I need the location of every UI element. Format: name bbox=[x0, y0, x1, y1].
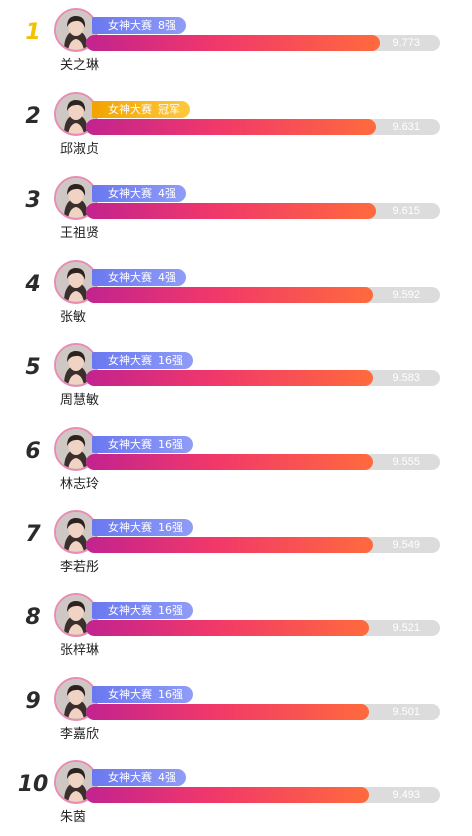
score-bar: 9.555 bbox=[86, 454, 440, 470]
rank-number: 5 bbox=[25, 355, 41, 380]
rank-number: 4 bbox=[25, 272, 41, 297]
leaderboard-row[interactable]: 9 9.501 女神大赛 16强 李嘉欣 bbox=[0, 677, 472, 753]
contest-stage-label: 16强 bbox=[158, 688, 183, 701]
score-bar: 9.549 bbox=[86, 537, 440, 553]
score-value: 9.615 bbox=[392, 205, 420, 217]
score-value: 9.555 bbox=[392, 456, 420, 468]
score-value: 9.631 bbox=[392, 121, 420, 133]
contest-event-label: 女神大赛 bbox=[108, 771, 152, 784]
score-bar-fill bbox=[86, 287, 373, 303]
score-bar-fill bbox=[86, 370, 373, 386]
leaderboard-row[interactable]: 10 9.493 女神大赛 4强 朱茵 bbox=[0, 760, 472, 836]
leaderboard-row[interactable]: 7 9.549 女神大赛 16强 李若彤 bbox=[0, 510, 472, 586]
contest-event-label: 女神大赛 bbox=[108, 354, 152, 367]
score-bar: 9.583 bbox=[86, 370, 440, 386]
leaderboard-row[interactable]: 4 9.592 女神大赛 4强 张敏 bbox=[0, 260, 472, 336]
contest-event-label: 女神大赛 bbox=[108, 688, 152, 701]
celebrity-name: 王祖贤 bbox=[60, 226, 100, 241]
contest-stage-label: 16强 bbox=[158, 354, 183, 367]
leaderboard-row[interactable]: 2 9.631 女神大赛 冠军 邱淑贞 bbox=[0, 92, 472, 168]
score-value: 9.592 bbox=[392, 289, 420, 301]
rank-number: 6 bbox=[25, 439, 41, 464]
rank-number: 2 bbox=[25, 104, 41, 129]
contest-event-label: 女神大赛 bbox=[108, 438, 152, 451]
contest-badge: 女神大赛 4强 bbox=[92, 269, 186, 286]
score-value: 9.549 bbox=[392, 539, 420, 551]
leaderboard-row[interactable]: 3 9.615 女神大赛 4强 王祖贤 bbox=[0, 176, 472, 252]
score-value: 9.521 bbox=[392, 622, 420, 634]
contest-badge: 女神大赛 16强 bbox=[92, 519, 193, 536]
contest-stage-label: 冠军 bbox=[158, 103, 180, 116]
celebrity-name: 朱茵 bbox=[60, 810, 87, 825]
score-bar: 9.521 bbox=[86, 620, 440, 636]
score-bar: 9.493 bbox=[86, 787, 440, 803]
score-bar-fill bbox=[86, 620, 370, 636]
leaderboard-row[interactable]: 6 9.555 女神大赛 16强 林志玲 bbox=[0, 427, 472, 503]
contest-event-label: 女神大赛 bbox=[108, 271, 152, 284]
score-bar-fill bbox=[86, 704, 370, 720]
score-bar-fill bbox=[86, 787, 370, 803]
celebrity-name: 林志玲 bbox=[60, 477, 100, 492]
score-value: 9.583 bbox=[392, 372, 420, 384]
celebrity-name: 李嘉欣 bbox=[60, 727, 100, 742]
contest-event-label: 女神大赛 bbox=[108, 187, 152, 200]
contest-stage-label: 8强 bbox=[158, 19, 176, 32]
celebrity-name: 周慧敏 bbox=[60, 393, 100, 408]
contest-badge: 女神大赛 4强 bbox=[92, 769, 186, 786]
score-bar-fill bbox=[86, 35, 380, 51]
leaderboard-row[interactable]: 8 9.521 女神大赛 16强 张梓琳 bbox=[0, 593, 472, 669]
rank-number: 9 bbox=[25, 689, 41, 714]
celebrity-name: 关之琳 bbox=[60, 58, 100, 73]
contest-event-label: 女神大赛 bbox=[108, 103, 152, 116]
celebrity-name: 邱淑贞 bbox=[60, 142, 100, 157]
contest-badge: 女神大赛 16强 bbox=[92, 352, 193, 369]
score-bar-fill bbox=[86, 537, 373, 553]
contest-event-label: 女神大赛 bbox=[108, 19, 152, 32]
score-bar: 9.501 bbox=[86, 704, 440, 720]
contest-badge: 女神大赛 冠军 bbox=[92, 101, 190, 118]
celebrity-name: 张梓琳 bbox=[60, 643, 100, 658]
rank-number: 10 bbox=[17, 772, 49, 797]
leaderboard-row[interactable]: 1 9.773 女神大赛 8强 关之琳 bbox=[0, 8, 472, 84]
celebrity-name: 李若彤 bbox=[60, 560, 100, 575]
contest-stage-label: 4强 bbox=[158, 771, 176, 784]
score-value: 9.501 bbox=[392, 706, 420, 718]
contest-stage-label: 16强 bbox=[158, 438, 183, 451]
contest-stage-label: 16强 bbox=[158, 521, 183, 534]
score-value: 9.493 bbox=[392, 789, 420, 801]
score-bar: 9.773 bbox=[86, 35, 440, 51]
contest-stage-label: 16强 bbox=[158, 604, 183, 617]
contest-badge: 女神大赛 16强 bbox=[92, 686, 193, 703]
contest-badge: 女神大赛 16强 bbox=[92, 602, 193, 619]
rank-number: 1 bbox=[25, 20, 41, 45]
score-bar-fill bbox=[86, 454, 373, 470]
leaderboard-row[interactable]: 5 9.583 女神大赛 16强 周慧敏 bbox=[0, 343, 472, 419]
contest-event-label: 女神大赛 bbox=[108, 604, 152, 617]
score-bar: 9.592 bbox=[86, 287, 440, 303]
rank-number: 7 bbox=[25, 522, 41, 547]
rank-number: 3 bbox=[25, 188, 41, 213]
contest-event-label: 女神大赛 bbox=[108, 521, 152, 534]
contest-badge: 女神大赛 8强 bbox=[92, 17, 186, 34]
score-bar: 9.615 bbox=[86, 203, 440, 219]
leaderboard: 1 9.773 女神大赛 8强 关之琳 2 9.631 女神大赛 冠军 邱淑贞 … bbox=[0, 0, 472, 833]
celebrity-name: 张敏 bbox=[60, 310, 87, 325]
contest-badge: 女神大赛 16强 bbox=[92, 436, 193, 453]
rank-number: 8 bbox=[25, 605, 41, 630]
contest-stage-label: 4强 bbox=[158, 271, 176, 284]
contest-stage-label: 4强 bbox=[158, 187, 176, 200]
score-bar: 9.631 bbox=[86, 119, 440, 135]
score-bar-fill bbox=[86, 203, 377, 219]
score-value: 9.773 bbox=[392, 37, 420, 49]
score-bar-fill bbox=[86, 119, 377, 135]
contest-badge: 女神大赛 4强 bbox=[92, 185, 186, 202]
